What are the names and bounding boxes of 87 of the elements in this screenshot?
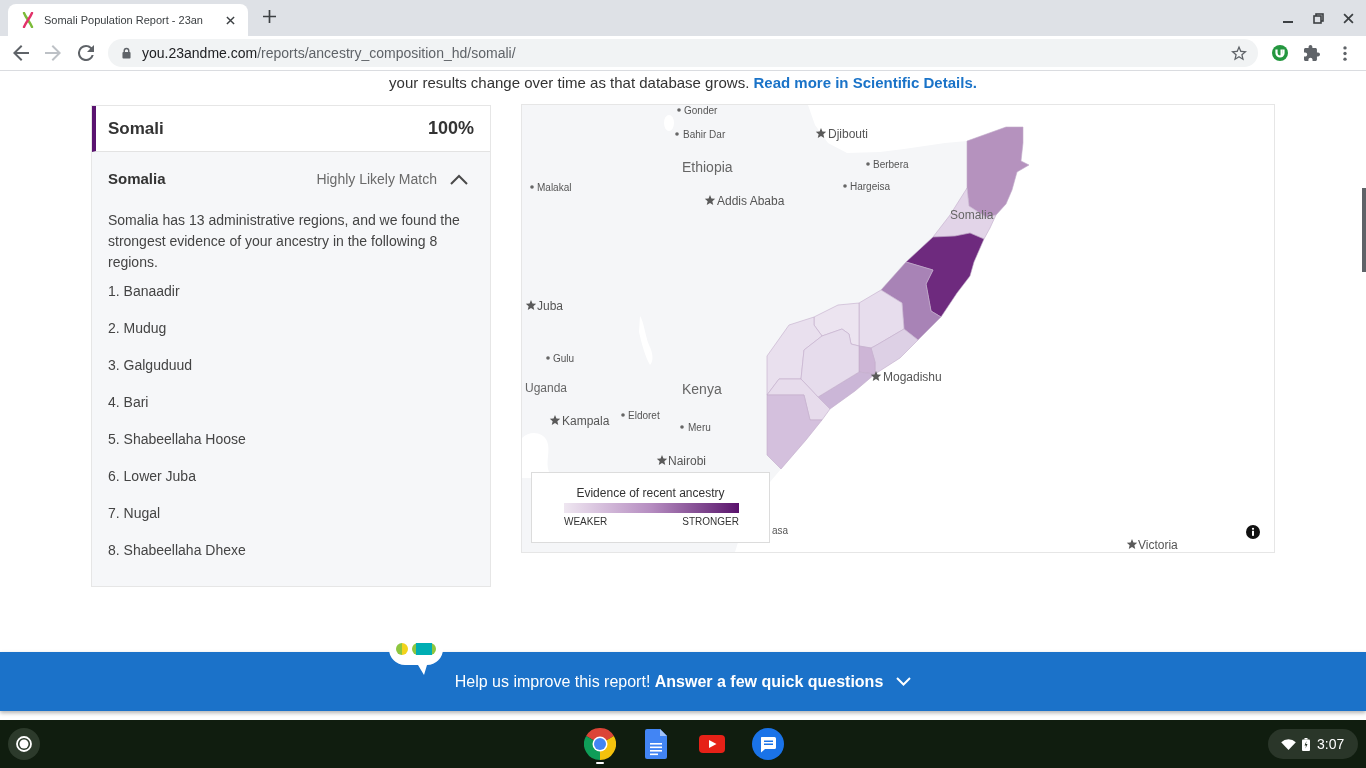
star-icon (525, 300, 537, 310)
city-dot-icon (530, 185, 534, 189)
city-label: Meru (688, 421, 711, 433)
city-label: Hargeisa (850, 180, 891, 192)
lake-shape (664, 115, 674, 131)
video-play-icon[interactable] (699, 735, 725, 753)
launcher-icon[interactable] (8, 728, 40, 760)
place-label: asa (772, 524, 789, 536)
browser-icon[interactable] (584, 728, 616, 760)
wifi-icon (1281, 738, 1296, 750)
city-label: Nairobi (668, 454, 706, 469)
country-name: Somalia (108, 168, 166, 189)
region-list-item: 8. Shabeellaha Dhexe (108, 541, 247, 560)
country-label: Kenya (682, 381, 722, 397)
city-label: Eldoret (628, 409, 660, 421)
population-percent: 100% (427, 117, 474, 140)
star-icon (1126, 539, 1138, 549)
restore-icon[interactable] (1313, 12, 1324, 24)
info-icon[interactable] (1246, 525, 1260, 539)
star-icon (815, 128, 827, 138)
match-confidence: Highly Likely Match (316, 169, 437, 189)
city-dot-icon (546, 356, 550, 360)
city-dot-icon (680, 425, 684, 429)
intro-text: your results change over time as that database grows. Read more in Scientific Details. (388, 73, 978, 93)
chat-icon[interactable] (752, 728, 784, 760)
city-dot-icon (843, 184, 847, 188)
region-list-item: 2. Mudug (108, 319, 168, 338)
collapse-button[interactable] (450, 173, 468, 185)
region-list-item: 4. Bari (108, 393, 150, 412)
clock-time: 3:07 (1317, 734, 1345, 754)
star-icon (704, 195, 716, 205)
legend-title: Evidence of recent ancestry (575, 485, 726, 501)
region-list-item: 5. Shabeellaha Hoose (108, 430, 247, 449)
scientific-details-link[interactable]: Read more in Scientific Details. (753, 74, 977, 91)
close-icon[interactable] (1343, 12, 1354, 24)
url-text: you.23andme.com/reports/ancestry_composition_hd/somali/ (142, 43, 516, 63)
chevron-down-icon[interactable] (896, 677, 912, 686)
browser-tab[interactable]: Somali Population Report - 23an (8, 4, 248, 36)
star-icon (656, 455, 668, 465)
star-icon (870, 371, 882, 381)
city-dot-icon (677, 108, 681, 112)
city-label: Malakal (537, 181, 572, 193)
feedback-text[interactable]: Help us improve this report! Answer a few quick questions (454, 669, 884, 694)
scale-low-label: WEAKER (564, 516, 608, 528)
region-list-item: 6. Lower Juba (108, 467, 197, 486)
city-label: Bahir Dar (683, 128, 726, 140)
star-icon[interactable] (1231, 45, 1247, 61)
city-label: Kampala (562, 414, 610, 429)
status-tray[interactable]: 3:07 (1268, 729, 1358, 759)
back-arrow-icon[interactable] (13, 45, 29, 61)
feedback-banner[interactable]: Help us improve this report! Answer a few quick questions (0, 652, 1366, 711)
city-label: Djibouti (828, 127, 869, 142)
region-list-item: 3. Galguduud (108, 356, 194, 375)
population-name: Somali (108, 117, 164, 140)
city-label: Berbera (873, 158, 909, 170)
puzzle-icon[interactable] (1304, 45, 1320, 61)
new-tab-plus-icon[interactable] (263, 10, 276, 23)
region-description: Somalia has 13 administrative regions, and we found the strongest evidence of your ancestry in the following 8 regions. (108, 211, 461, 272)
city-dot-icon (866, 162, 870, 166)
battery-icon (1302, 737, 1310, 751)
map-region[interactable] (880, 261, 942, 341)
extension-logo-icon[interactable] (1272, 45, 1288, 61)
map-region[interactable] (905, 232, 985, 318)
scale-high-label: STRONGER (682, 516, 739, 528)
city-label: Victoria (1138, 538, 1178, 552)
helix-logo-icon (22, 12, 34, 28)
city-dot-icon (675, 132, 679, 136)
reload-icon[interactable] (78, 45, 94, 61)
country-label: Ethiopia (682, 159, 733, 175)
menu-icon[interactable] (1343, 45, 1347, 61)
city-label: Mogadishu (883, 370, 942, 385)
region-list-item: 7. Nugal (108, 504, 162, 523)
scrollbar-thumb[interactable] (1362, 188, 1366, 272)
lock-icon (122, 47, 131, 59)
address-bar[interactable]: you.23andme.com/reports/ancestry_composition_hd/somali/ (108, 39, 1258, 67)
country-label: Uganda (525, 381, 568, 396)
close-icon[interactable] (226, 15, 235, 25)
document-icon[interactable] (645, 729, 667, 759)
country-label: Somalia (950, 208, 994, 223)
region-list-item: 1. Banaadir (108, 282, 181, 301)
star-icon (549, 415, 561, 425)
chevron-up-icon (450, 173, 468, 185)
city-label: Gonder (684, 105, 718, 116)
city-label: Addis Ababa (717, 194, 785, 209)
city-dot-icon (621, 413, 625, 417)
city-label: Gulu (553, 352, 575, 364)
city-label: Juba (537, 299, 564, 314)
